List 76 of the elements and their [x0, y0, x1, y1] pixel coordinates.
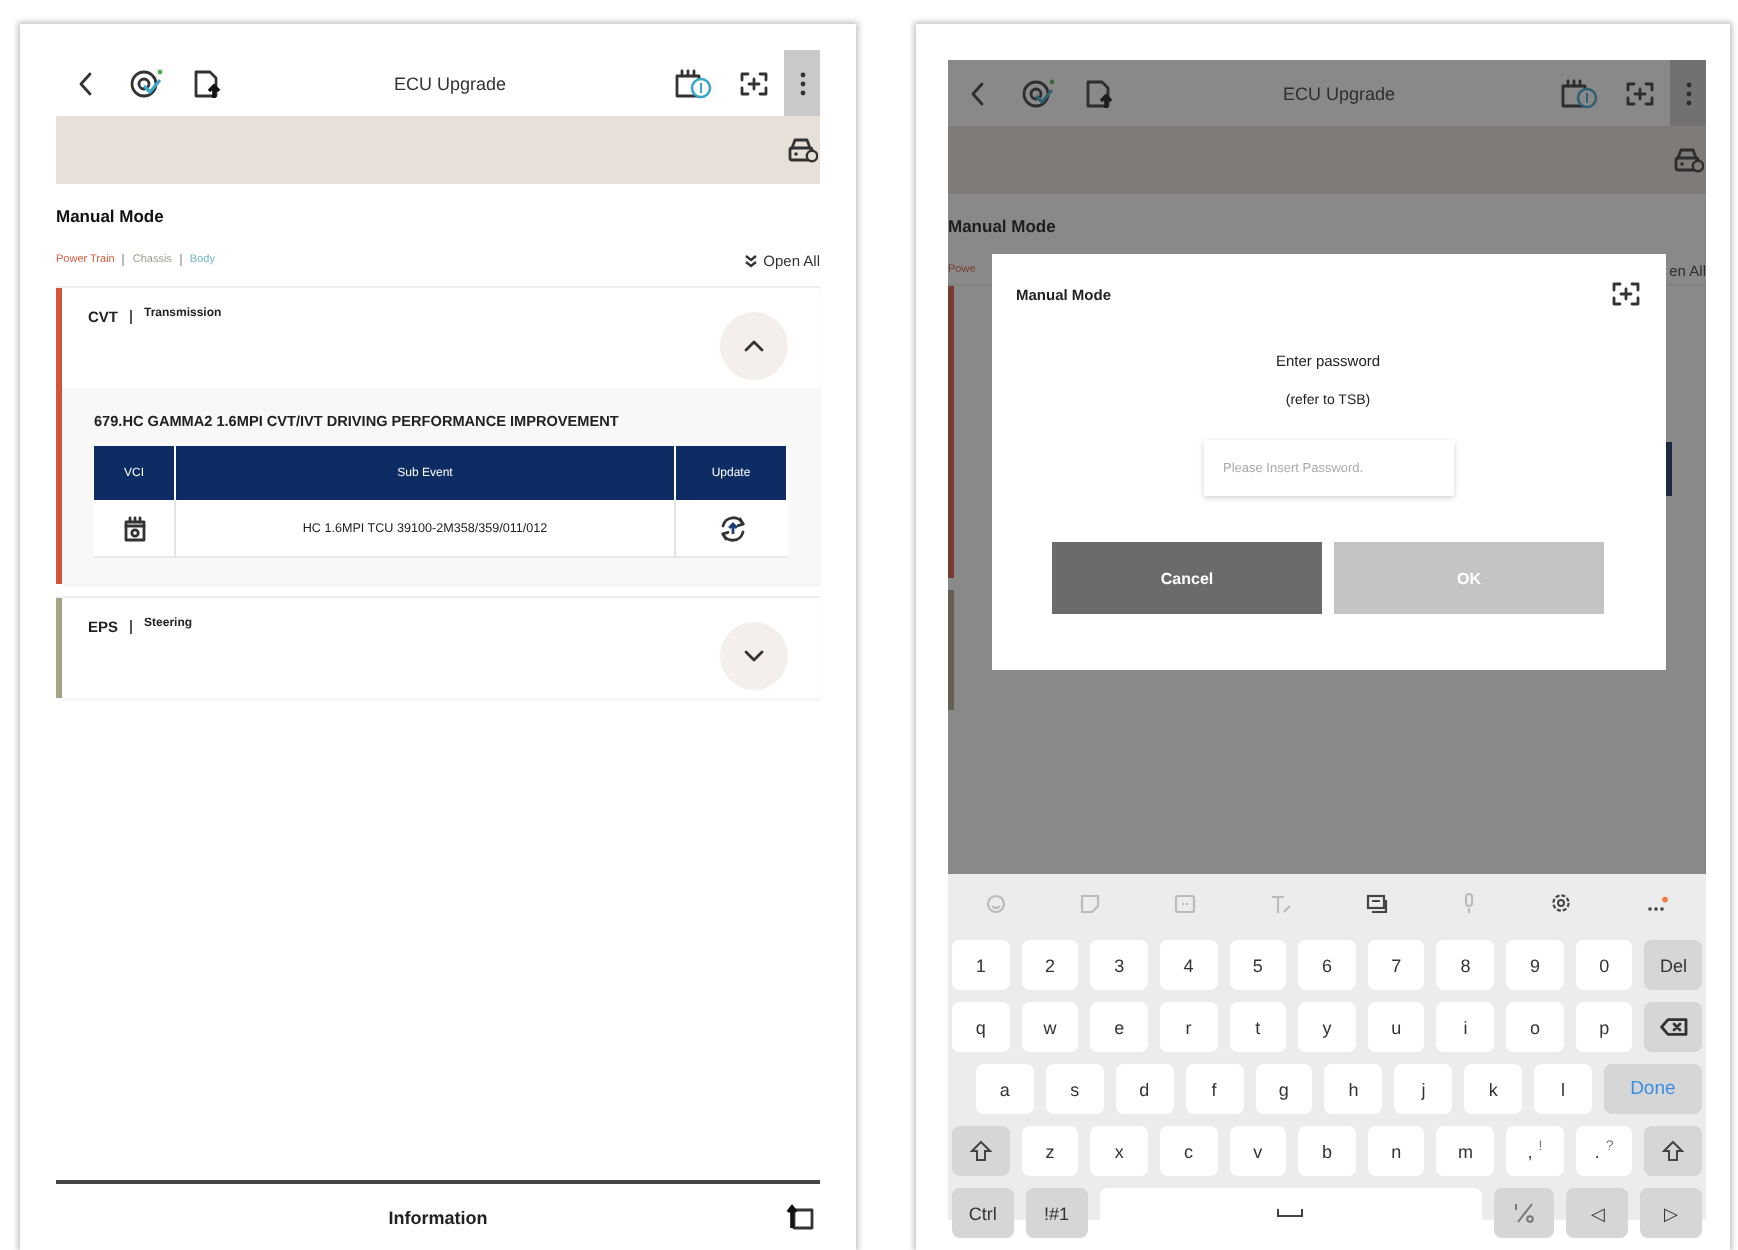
upload-box-icon[interactable]: [786, 1204, 814, 1230]
keyboard-key[interactable]: 3: [1090, 940, 1148, 990]
keyboard-key[interactable]: b: [1298, 1126, 1356, 1176]
page-title: Manual Mode: [948, 216, 1058, 236]
keyboard-key[interactable]: n: [1367, 1126, 1425, 1176]
keyboard-key[interactable]: 7: [1367, 940, 1425, 990]
keyboard-key[interactable]: ▷: [1640, 1188, 1702, 1238]
keyboard-key[interactable]: t: [1229, 1002, 1287, 1052]
keyboard-key[interactable]: p: [1575, 1002, 1633, 1052]
back-icon[interactable]: [78, 71, 94, 95]
fraction-key[interactable]: [1493, 1188, 1555, 1238]
document-upload-icon[interactable]: [190, 67, 222, 99]
keyboard-key[interactable]: o: [1506, 1002, 1564, 1052]
gear-check-icon[interactable]: [128, 67, 164, 99]
more-button[interactable]: [784, 50, 820, 116]
backspace-icon: [1659, 1018, 1688, 1036]
shift-icon: [969, 1140, 992, 1162]
keyboard-key[interactable]: 9: [1506, 940, 1564, 990]
keyboard-key[interactable]: a: [976, 1064, 1034, 1114]
shift-key[interactable]: [1644, 1126, 1703, 1176]
keyboard-key[interactable]: Del: [1644, 940, 1703, 990]
space-icon: [1276, 1208, 1305, 1218]
keyboard-key[interactable]: j: [1394, 1064, 1453, 1114]
keyboard-key[interactable]: y: [1298, 1002, 1356, 1052]
backspace-key[interactable]: [1644, 1002, 1703, 1052]
keyboard-key[interactable]: m: [1436, 1126, 1495, 1176]
keyboard-key[interactable]: 1: [952, 940, 1010, 990]
keyboard-key[interactable]: !#1: [1025, 1188, 1088, 1238]
keyboard-key[interactable]: Ctrl: [952, 1188, 1014, 1238]
fraction-icon: [1511, 1202, 1536, 1224]
accent-bar: [948, 590, 954, 710]
page-title: Manual Mode: [56, 206, 166, 226]
keyboard-key[interactable]: v: [1229, 1126, 1287, 1176]
settings-icon[interactable]: [1550, 892, 1573, 914]
more-icon[interactable]: [1646, 895, 1669, 911]
keyboard-key[interactable]: f: [1185, 1064, 1243, 1114]
shift-key[interactable]: [952, 1126, 1010, 1176]
vci-device-icon: [123, 515, 145, 541]
keyboard-key[interactable]: c: [1159, 1126, 1218, 1176]
keyboard-key[interactable]: r: [1159, 1002, 1218, 1052]
keyboard-key[interactable]: w: [1021, 1002, 1079, 1052]
chevron-down-icon: [744, 650, 764, 662]
footer-title: Information: [388, 1207, 488, 1227]
keyboard-key[interactable]: l: [1534, 1064, 1592, 1114]
keyboard-key[interactable]: z: [1021, 1126, 1079, 1176]
keyboard-key[interactable]: x: [1090, 1126, 1148, 1176]
keyboard-key[interactable]: 5: [1229, 940, 1287, 990]
header-title: ECU Upgrade: [1280, 83, 1398, 103]
more-icon: [799, 71, 805, 95]
keyboard-key[interactable]: s: [1045, 1064, 1104, 1114]
keyboard-key[interactable]: k: [1464, 1064, 1522, 1114]
keyboard-key[interactable]: 4: [1159, 940, 1218, 990]
shift-icon: [1662, 1140, 1685, 1162]
header-title: ECU Upgrade: [391, 73, 509, 93]
more-icon: [1685, 81, 1691, 105]
clipboard-icon[interactable]: [1366, 893, 1389, 913]
double-chevron-icon: [743, 253, 758, 267]
cancel-button[interactable]: Cancel: [1052, 542, 1322, 614]
expand-icon[interactable]: [1612, 282, 1640, 306]
expand-icon[interactable]: [740, 71, 768, 95]
keyboard-key[interactable]: 2: [1021, 940, 1079, 990]
car-icon[interactable]: [788, 137, 818, 163]
keyboard-key[interactable]: ◁: [1566, 1188, 1629, 1238]
keyboard-key[interactable]: e: [1090, 1002, 1148, 1052]
keyboard-key[interactable]: g: [1255, 1064, 1313, 1114]
keyboard-key[interactable]: h: [1324, 1064, 1383, 1114]
keyboard-key[interactable]: d: [1115, 1064, 1174, 1114]
keyboard-key[interactable]: u: [1367, 1002, 1425, 1052]
keyboard-key[interactable]: 0: [1575, 940, 1633, 990]
chevron-up-icon: [744, 340, 764, 352]
keyboard-key[interactable]: q: [952, 1002, 1010, 1052]
update-icon[interactable]: [717, 513, 747, 543]
gear-check-icon[interactable]: [1020, 77, 1056, 109]
keyboard-key[interactable]: i: [1436, 1002, 1495, 1052]
keyboard-key[interactable]: 6: [1298, 940, 1356, 990]
keyboard-key[interactable]: 8: [1436, 940, 1495, 990]
